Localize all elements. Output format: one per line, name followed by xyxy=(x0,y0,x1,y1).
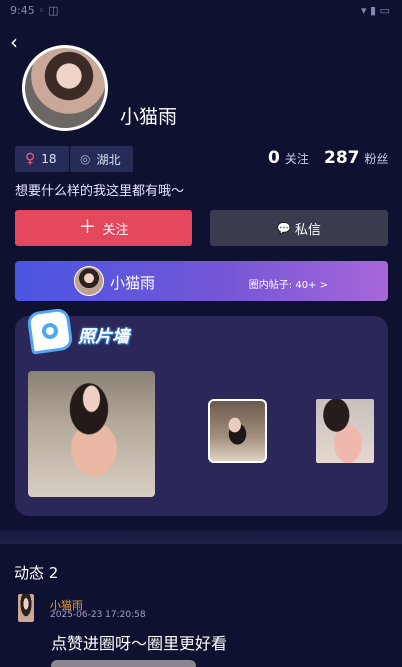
photo-wall-card: 照片墙 xyxy=(15,307,388,516)
following-stat[interactable]: 0 关注 xyxy=(268,148,309,168)
back-button[interactable]: ‹ xyxy=(10,30,30,54)
profile-bio: 想要什么样的我这里都有哦～ xyxy=(15,184,185,199)
status-bar-left: 9:45 ◦ ◫ xyxy=(10,4,59,17)
status-bar-right: ▾ ▮ ▭ xyxy=(361,4,390,17)
photo-wall-image-1[interactable] xyxy=(28,371,155,497)
avatar[interactable] xyxy=(22,45,108,131)
region-tag: ◎ 湖北 xyxy=(70,146,133,172)
follow-button[interactable]: ＋ 关注 xyxy=(15,210,192,246)
photo-wall-logo-icon xyxy=(26,307,74,355)
location-pin-icon: ◎ xyxy=(80,152,91,166)
photo-wall-logo-dot xyxy=(40,321,60,341)
post-text[interactable]: 点赞进圈呀～圈里更好看 xyxy=(51,630,227,654)
post-author-avatar[interactable] xyxy=(18,594,34,622)
photo-wall-title: 照片墙 xyxy=(78,327,129,347)
section-divider xyxy=(0,530,402,544)
gender-age-tag: ♀ 18 xyxy=(15,146,69,172)
following-count: 0 xyxy=(268,148,280,168)
dynamic-section-title: 动态 2 xyxy=(14,564,59,582)
message-button-label: 私信 xyxy=(294,222,321,238)
post-timestamp: 2025-06-23 17:20:58 xyxy=(50,610,146,620)
age-label: 18 xyxy=(41,152,57,166)
region-label: 湖北 xyxy=(96,152,121,167)
circle-entry-bar[interactable]: 小猫雨 圈内帖子: 40+ > xyxy=(15,261,388,301)
photo-wall-image-2[interactable] xyxy=(208,399,267,463)
fans-stat[interactable]: 287 粉丝 xyxy=(324,148,389,168)
female-icon: ♀ xyxy=(25,151,36,167)
chat-bubble-icon: 💬 xyxy=(277,221,291,235)
avatar-image xyxy=(25,48,105,128)
profile-nickname: 小猫雨 xyxy=(120,106,178,128)
plus-icon: ＋ xyxy=(78,217,97,238)
following-label: 关注 xyxy=(284,152,309,166)
circle-avatar xyxy=(74,266,104,296)
follow-button-label: 关注 xyxy=(102,222,129,238)
chevron-left-icon: ‹ xyxy=(10,30,18,54)
fans-count: 287 xyxy=(324,148,360,168)
photo-wall-image-3[interactable] xyxy=(316,399,374,463)
message-button[interactable]: 💬 私信 xyxy=(210,210,388,246)
fans-label: 粉丝 xyxy=(364,152,389,166)
post-image-thumbnail[interactable] xyxy=(51,660,196,667)
status-bar: 9:45 ◦ ◫ ▾ ▮ ▭ xyxy=(0,0,402,24)
circle-name: 小猫雨 xyxy=(110,274,156,292)
circle-posts-link[interactable]: 圈内帖子: 40+ > xyxy=(249,276,328,291)
